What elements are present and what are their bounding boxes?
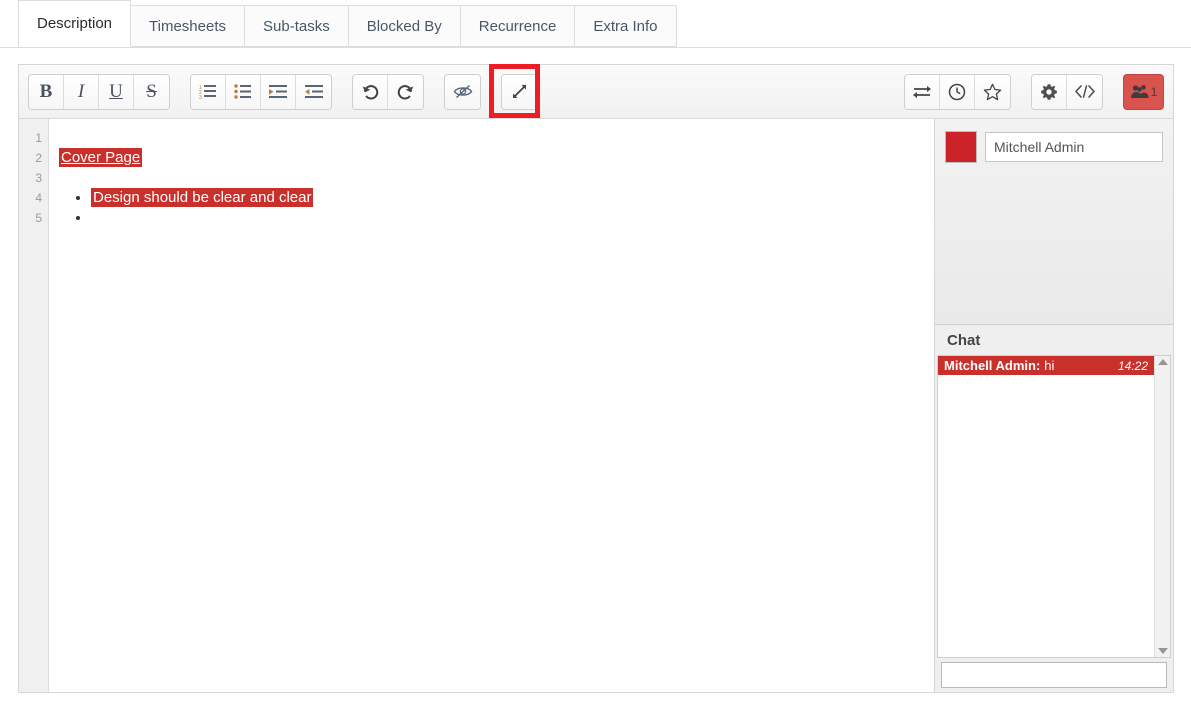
eye-slash-icon	[453, 84, 472, 99]
user-name-label: Mitchell Admin	[994, 139, 1085, 155]
collaborator-row: Mitchell Admin	[945, 131, 1163, 163]
undo-icon	[362, 84, 378, 99]
chat-message-author: Mitchell Admin:	[944, 358, 1041, 373]
expand-arrows-icon	[513, 85, 526, 98]
bold-icon: B	[39, 80, 53, 102]
underline-icon: U	[109, 80, 123, 102]
tab-extra-info[interactable]: Extra Info	[574, 5, 677, 47]
tab-label: Sub-tasks	[263, 17, 330, 35]
line-number: 4	[35, 191, 42, 205]
document-bullet-list: Design should be clear and clear	[59, 188, 934, 228]
document-line-blank	[59, 128, 934, 148]
tab-label: Timesheets	[149, 17, 227, 35]
tab-label: Extra Info	[593, 17, 658, 35]
toolbar-group-preview	[444, 73, 481, 110]
redo-icon	[397, 84, 414, 99]
chat-message-time: 14:22	[1117, 358, 1148, 373]
bold-button[interactable]: B	[29, 74, 64, 109]
toolbar-group-list-format: 1 2 3	[190, 73, 332, 110]
line-number: 2	[35, 151, 42, 165]
document-heading-line: Cover Page	[59, 148, 934, 168]
unordered-list-icon	[234, 84, 251, 99]
collaborators-count: 1	[1150, 84, 1158, 99]
ordered-list-icon: 1 2 3	[199, 85, 216, 99]
document-line-blank	[59, 168, 934, 188]
svg-text:3: 3	[199, 95, 202, 99]
toolbar-group-document-actions	[904, 73, 1011, 110]
sync-button[interactable]	[905, 74, 940, 109]
expand-fullscreen-button[interactable]	[502, 74, 537, 109]
tab-description[interactable]: Description	[18, 0, 132, 47]
unordered-list-button[interactable]	[226, 74, 261, 109]
list-item: Design should be clear and clear	[91, 188, 934, 208]
side-panel: Mitchell Admin Chat Mitchell Admin: hi 1…	[935, 119, 1173, 692]
chat-input[interactable]	[941, 662, 1167, 688]
outdent-button[interactable]	[296, 74, 331, 109]
document-pane[interactable]: 1 2 3 4 5 Cover Page Design should be cl…	[19, 119, 935, 692]
star-icon	[983, 83, 1002, 100]
tab-blocked-by[interactable]: Blocked By	[347, 5, 461, 47]
editor-body: 1 2 3 4 5 Cover Page Design should be cl…	[19, 119, 1173, 692]
tab-recurrence[interactable]: Recurrence	[459, 5, 576, 47]
chat-title: Chat	[935, 325, 1173, 355]
tab-label: Recurrence	[478, 17, 557, 35]
tab-sub-tasks[interactable]: Sub-tasks	[244, 5, 349, 47]
tab-timesheets[interactable]: Timesheets	[130, 5, 246, 47]
clock-icon	[948, 83, 966, 100]
chat-message-text: hi	[1044, 358, 1055, 373]
bullet-text: Design should be clear and clear	[91, 188, 314, 207]
redo-button[interactable]	[388, 74, 423, 109]
chat-message-list: Mitchell Admin: hi 14:22	[938, 356, 1154, 657]
underline-button[interactable]: U	[99, 74, 134, 109]
document-content[interactable]: Cover Page Design should be clear and cl…	[49, 119, 934, 692]
chat-scrollbar[interactable]	[1154, 356, 1170, 657]
line-number: 3	[35, 171, 42, 185]
document-heading: Cover Page	[59, 148, 143, 167]
line-number: 5	[35, 211, 42, 225]
scroll-up-arrow-icon[interactable]	[1157, 359, 1168, 365]
rich-text-editor: B I U S 1 2 3 1 1 2 3 4 5 Cover Page • D…	[18, 64, 1174, 693]
toolbar-group-text-format: B I U S	[28, 73, 170, 110]
indent-button[interactable]	[261, 74, 296, 109]
scroll-down-arrow-icon[interactable]	[1157, 648, 1168, 654]
gear-icon	[1041, 83, 1057, 100]
source-code-button[interactable]	[1067, 74, 1102, 109]
user-color-swatch[interactable]	[945, 131, 977, 163]
chat-message: Mitchell Admin: hi 14:22	[938, 356, 1154, 375]
strikethrough-icon: S	[146, 80, 157, 102]
ordered-list-button[interactable]: 1 2 3	[191, 74, 226, 109]
exchange-arrows-icon	[913, 86, 931, 98]
list-item	[91, 208, 934, 228]
code-brackets-icon	[1074, 85, 1095, 98]
italic-button[interactable]: I	[64, 74, 99, 109]
italic-icon: I	[77, 80, 85, 102]
line-number: 1	[35, 131, 42, 145]
undo-button[interactable]	[353, 74, 388, 109]
toolbar-group-fullscreen	[501, 73, 538, 110]
collaborators-button[interactable]: 1	[1123, 73, 1164, 110]
tab-label: Description	[37, 15, 113, 32]
indent-icon	[269, 85, 287, 98]
chat-messages-panel: Mitchell Admin: hi 14:22	[937, 355, 1171, 658]
toolbar-group-history	[352, 73, 424, 110]
outdent-icon	[304, 85, 323, 98]
chat-input-container	[935, 658, 1173, 692]
editor-toolbar: B I U S 1 2 3 1	[19, 65, 1173, 119]
tab-bar: Description Timesheets Sub-tasks Blocked…	[0, 0, 1191, 48]
toolbar-group-settings	[1031, 73, 1103, 110]
tab-label: Blocked By	[366, 17, 442, 35]
collaborator-list: Mitchell Admin	[935, 119, 1173, 325]
user-name-field[interactable]: Mitchell Admin	[985, 132, 1163, 162]
settings-button[interactable]	[1032, 74, 1067, 109]
line-number-gutter: 1 2 3 4 5	[19, 119, 49, 692]
favorite-button[interactable]	[975, 74, 1010, 109]
history-clock-button[interactable]	[940, 74, 975, 109]
users-icon	[1130, 85, 1149, 98]
hide-preview-button[interactable]	[445, 74, 480, 109]
strikethrough-button[interactable]: S	[134, 74, 169, 109]
